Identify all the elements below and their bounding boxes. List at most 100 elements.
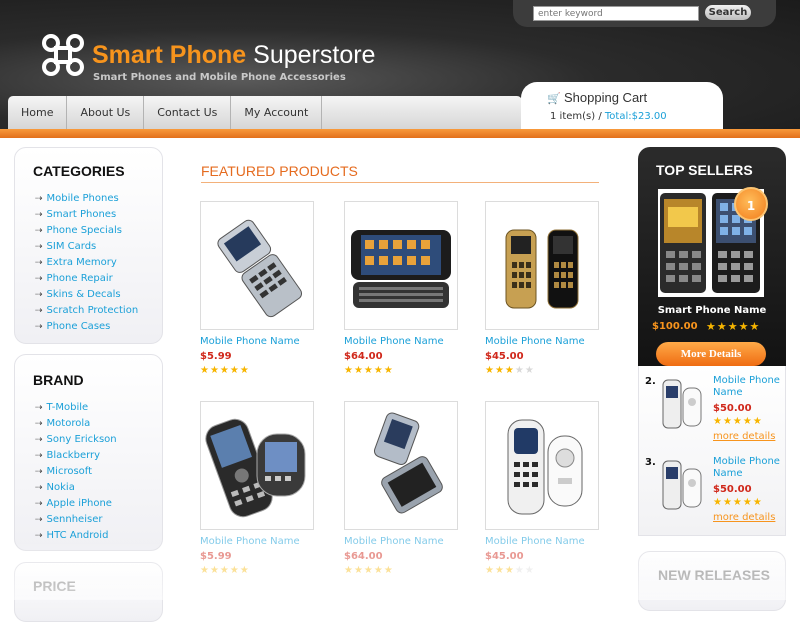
slider-phone-image xyxy=(351,230,451,308)
brand-title: BRAND xyxy=(33,372,84,388)
category-item[interactable]: ⇢ Scratch Protection xyxy=(35,303,162,319)
category-item[interactable]: ⇢ Smart Phones xyxy=(35,207,162,223)
shopping-cart[interactable]: 🛒 Shopping Cart 1 item(s) / Total:$23.00 xyxy=(521,82,723,132)
brand-item[interactable]: ⇢ Sennheiser xyxy=(35,512,162,528)
top-seller-price: $100.00 xyxy=(652,321,698,332)
brand-item[interactable]: ⇢ Blackberry xyxy=(35,448,162,464)
category-item[interactable]: ⇢ SIM Cards xyxy=(35,239,162,255)
arrow-icon: ⇢ xyxy=(35,451,43,461)
product-price: $64.00 xyxy=(344,351,383,362)
product-name[interactable]: Mobile Phone Name xyxy=(713,456,785,480)
star-rating-icon: ★★★★★ xyxy=(713,416,763,427)
product-name[interactable]: Mobile Phone Name xyxy=(344,536,474,547)
site-logo-text[interactable]: Smart Phone Superstore xyxy=(92,41,375,70)
product-image[interactable] xyxy=(485,401,599,530)
category-item[interactable]: ⇢ Mobile Phones xyxy=(35,191,162,207)
star-rating-icon: ★★★★★ xyxy=(344,365,394,376)
nav-home[interactable]: Home xyxy=(8,96,68,129)
product-thumbnail[interactable] xyxy=(659,457,705,513)
product-card[interactable]: Mobile Phone Name $64.00 ★★★★★ xyxy=(344,201,474,376)
brand-label: Blackberry xyxy=(46,450,101,461)
brand-label: Motorola xyxy=(46,418,91,429)
arrow-icon: ⇢ xyxy=(35,322,43,332)
product-price: $45.00 xyxy=(485,351,524,362)
cart-title: Shopping Cart xyxy=(564,90,648,105)
brand-item[interactable]: ⇢ Nokia xyxy=(35,480,162,496)
arrow-icon: ⇢ xyxy=(35,290,43,300)
rank-number: 3. xyxy=(645,457,656,468)
brand-item[interactable]: ⇢ Sony Erickson xyxy=(35,432,162,448)
star-rating-icon: ★★★★★ xyxy=(706,320,761,333)
product-image[interactable] xyxy=(344,201,458,330)
new-releases-title: NEW RELEASES xyxy=(658,567,771,583)
brand-item[interactable]: ⇢ HTC Android xyxy=(35,528,162,544)
brand-label: T-Mobile xyxy=(46,402,89,413)
brand-item[interactable]: ⇢ T-Mobile xyxy=(35,400,162,416)
round-phone-image xyxy=(205,418,306,518)
arrow-icon: ⇢ xyxy=(35,258,43,268)
category-label: Phone Specials xyxy=(46,225,122,236)
price-title: PRICE xyxy=(33,578,76,594)
product-thumbnail[interactable] xyxy=(659,376,705,432)
top-seller-name[interactable]: Smart Phone Name xyxy=(638,305,786,316)
product-card[interactable]: Mobile Phone Name $5.99 ★★★★★ xyxy=(200,401,330,576)
star-rating-icon: ★★★★★ xyxy=(344,565,394,576)
arrow-icon: ⇢ xyxy=(35,515,43,525)
luxury-phone-image xyxy=(505,229,579,309)
cart-icon: 🛒 xyxy=(547,92,561,105)
brand-bold: Smart Phone xyxy=(92,41,247,69)
product-name[interactable]: Mobile Phone Name xyxy=(713,375,785,399)
arrow-icon: ⇢ xyxy=(35,194,43,204)
product-name[interactable]: Mobile Phone Name xyxy=(200,536,330,547)
flip-phone-image xyxy=(217,219,303,318)
product-card[interactable]: Mobile Phone Name $45.00 ★★★★★ xyxy=(485,201,615,376)
command-key-icon[interactable] xyxy=(40,32,86,78)
search-input[interactable] xyxy=(533,6,699,21)
search-button[interactable]: Search xyxy=(705,5,751,20)
more-details-link[interactable]: more details xyxy=(713,431,775,442)
category-label: Skins & Decals xyxy=(46,289,121,300)
rank-number: 2. xyxy=(645,376,656,387)
category-item[interactable]: ⇢ Phone Cases xyxy=(35,319,162,335)
brand-item[interactable]: ⇢ Microsoft xyxy=(35,464,162,480)
more-details-link[interactable]: more details xyxy=(713,512,775,523)
product-image[interactable] xyxy=(200,201,314,330)
product-price: $50.00 xyxy=(713,403,752,414)
product-card[interactable]: Mobile Phone Name $45.00 ★★★★★ xyxy=(485,401,615,576)
product-image[interactable] xyxy=(344,401,458,530)
category-item[interactable]: ⇢ Phone Repair xyxy=(35,271,162,287)
product-price: $5.99 xyxy=(200,551,232,562)
product-card[interactable]: Mobile Phone Name $5.99 ★★★★★ xyxy=(200,201,330,376)
clamshell-phone-image xyxy=(507,419,583,515)
nav-about-us[interactable]: About Us xyxy=(67,96,145,129)
list-item: 3. Mobile Phone Name $50.00 ★★★★★ more d… xyxy=(639,447,787,525)
product-name[interactable]: Mobile Phone Name xyxy=(200,336,330,347)
category-item[interactable]: ⇢ Skins & Decals xyxy=(35,287,162,303)
category-item[interactable]: ⇢ Extra Memory xyxy=(35,255,162,271)
brand-item[interactable]: ⇢ Motorola xyxy=(35,416,162,432)
cart-summary: 1 item(s) / Total:$23.00 xyxy=(550,111,667,122)
product-name[interactable]: Mobile Phone Name xyxy=(485,336,615,347)
cart-total[interactable]: Total:$23.00 xyxy=(605,111,667,122)
product-card[interactable]: Mobile Phone Name $64.00 ★★★★★ xyxy=(344,401,474,576)
nav-contact-us[interactable]: Contact Us xyxy=(144,96,232,129)
flip-phone-image xyxy=(373,412,443,514)
brand-light: Superstore xyxy=(253,41,376,69)
tagline: Smart Phones and Mobile Phone Accessorie… xyxy=(93,72,346,83)
cart-items-count: 1 item(s) / xyxy=(550,111,602,122)
arrow-icon: ⇢ xyxy=(35,274,43,284)
nav-my-account[interactable]: My Account xyxy=(231,96,323,129)
category-item[interactable]: ⇢ Phone Specials xyxy=(35,223,162,239)
brand-item[interactable]: ⇢ Apple iPhone xyxy=(35,496,162,512)
brand-label: Nokia xyxy=(46,482,75,493)
category-label: Smart Phones xyxy=(46,209,117,220)
star-rating-icon: ★★★★★ xyxy=(200,565,250,576)
product-image[interactable] xyxy=(200,401,314,530)
arrow-icon: ⇢ xyxy=(35,419,43,429)
more-details-button[interactable]: More Details xyxy=(656,342,766,366)
product-name[interactable]: Mobile Phone Name xyxy=(344,336,474,347)
arrow-icon: ⇢ xyxy=(35,242,43,252)
arrow-icon: ⇢ xyxy=(35,531,43,541)
product-image[interactable] xyxy=(485,201,599,330)
product-name[interactable]: Mobile Phone Name xyxy=(485,536,615,547)
